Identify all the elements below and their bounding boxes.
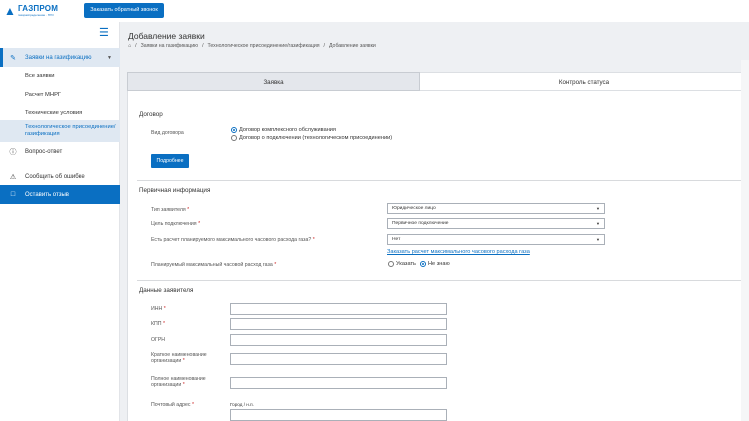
planned-consumption-label: Планируемый максимальный часовой расход … (151, 262, 277, 268)
purpose-select[interactable]: Первичное подключение ▼ (387, 218, 605, 229)
section-primary-title: Первичная информация (139, 187, 211, 194)
ogrn-label: ОГРН (151, 337, 166, 343)
scrollbar[interactable] (741, 60, 749, 421)
radio-button[interactable] (420, 261, 426, 267)
page-title: Добавление заявки (128, 31, 205, 41)
sidebar-subitem-all[interactable]: Все заявки (0, 66, 120, 85)
short-name-input[interactable] (230, 353, 447, 365)
tab-status-control[interactable]: Контроль статуса (420, 72, 749, 91)
tabs: Заявка Контроль статуса (127, 72, 749, 91)
chevron-down-icon: ▼ (107, 54, 112, 61)
applicant-type-select[interactable]: Юридическое лицо ▼ (387, 203, 605, 214)
hamburger-menu-icon[interactable]: ☰ (99, 28, 111, 39)
breadcrumb-current: Добавление заявки (328, 43, 376, 49)
question-icon: ⓘ (9, 148, 17, 156)
sidebar: ☰ ✎ Заявки на газификацию ▼ Все заявки Р… (0, 22, 120, 421)
flame-icon: ▲ (4, 4, 16, 18)
inn-label: ИНН * (151, 306, 166, 312)
section-applicant-title: Данные заявителя (139, 287, 194, 294)
radio-button[interactable] (388, 261, 394, 267)
top-bar: ▲ ГАЗПРОМ газораспределение · ГРО Заказа… (0, 0, 749, 22)
radio-button[interactable] (231, 135, 237, 141)
contract-option-complex[interactable]: Договор комплексного обслуживания (231, 127, 336, 133)
contract-option-connection[interactable]: Договор о подключении (технологическом п… (231, 135, 392, 141)
warning-icon: ⚠ (9, 173, 17, 181)
planned-option-unknown[interactable]: Не знаю (420, 261, 450, 267)
sidebar-item-report-error[interactable]: ⚠ Сообщить об ошибке (0, 167, 120, 186)
applicant-type-label: Тип заявителя * (151, 207, 190, 213)
section-divider (137, 280, 745, 281)
inn-input[interactable] (230, 303, 447, 315)
callback-button[interactable]: Заказать обратный звонок (84, 3, 164, 18)
kpp-input[interactable] (230, 318, 447, 330)
sidebar-item-label: Оставить отзыв (25, 191, 69, 198)
sidebar-subitem-mnrg[interactable]: Расчет МНРГ (0, 85, 120, 104)
sidebar-item-label: Вопрос-ответ (25, 148, 63, 155)
gazprom-logo[interactable]: ▲ ГАЗПРОМ газораспределение · ГРО (4, 3, 76, 19)
section-divider (137, 180, 745, 181)
home-icon[interactable]: ⌂ (128, 43, 131, 49)
tab-request[interactable]: Заявка (127, 72, 420, 91)
details-button[interactable]: Подробнее (151, 154, 189, 168)
breadcrumb-item[interactable]: Технологическое присоединение/газификаци… (208, 43, 320, 49)
sidebar-item-faq[interactable]: ⓘ Вопрос-ответ (0, 142, 120, 161)
sidebar-item-label: Заявки на газификацию (25, 54, 92, 61)
full-name-label: Полное наименование организации * (151, 376, 206, 388)
city-sublabel: Город / н.п. (230, 402, 254, 407)
form-card (127, 91, 749, 421)
sidebar-item-label: Сообщить об ошибке (25, 173, 85, 180)
sidebar-item-gasification[interactable]: ✎ Заявки на газификацию ▼ (0, 48, 120, 67)
breadcrumb-item[interactable]: Заявки на газификацию (141, 43, 198, 49)
chevron-down-icon: ▼ (596, 221, 600, 226)
city-input[interactable] (230, 409, 447, 421)
planned-option-specify[interactable]: Указать (388, 261, 416, 267)
breadcrumb: ⌂ / Заявки на газификацию / Технологичес… (128, 43, 376, 49)
edit-icon: ✎ (10, 54, 16, 62)
sidebar-item-feedback[interactable]: □ Оставить отзыв (0, 185, 120, 204)
brand-name: ГАЗПРОМ (18, 4, 59, 13)
calc-label: Есть расчет планируемого максимального ч… (151, 237, 315, 243)
order-calc-link[interactable]: Заказать расчет максимального часового р… (387, 249, 530, 255)
chevron-down-icon: ▼ (596, 237, 600, 242)
chevron-down-icon: ▼ (596, 206, 600, 211)
ogrn-input[interactable] (230, 334, 447, 346)
full-name-input[interactable] (230, 377, 447, 389)
brand-sub: газораспределение · ГРО (18, 13, 54, 17)
purpose-label: Цель подключения * (151, 221, 201, 227)
short-name-label: Краткое наименование организации * (151, 352, 207, 364)
kpp-label: КПП * (151, 321, 165, 327)
calc-select[interactable]: Нет ▼ (387, 234, 605, 245)
contract-type-label: Вид договора (151, 130, 184, 136)
section-contract-title: Договор (139, 111, 163, 118)
postal-address-label: Почтовый адрес * (151, 402, 194, 408)
chat-icon: □ (10, 191, 16, 198)
radio-button[interactable] (231, 127, 237, 133)
sidebar-subitem-connection[interactable]: Технологическое присоединение/газификаци… (0, 120, 120, 142)
